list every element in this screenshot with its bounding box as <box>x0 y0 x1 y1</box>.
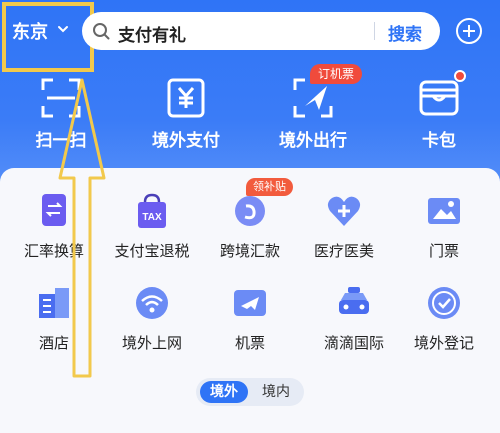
tax-bag-icon: TAX <box>138 193 166 228</box>
search-icon <box>93 23 110 40</box>
remittance-coin-icon <box>235 196 265 226</box>
service-label: 门票 <box>428 242 459 260</box>
service-label: 支付宝退税 <box>114 242 190 260</box>
airplane-icon <box>234 290 266 316</box>
header: 东京 支付有礼 搜索 <box>0 0 500 72</box>
quick-action-label: 卡包 <box>422 131 456 151</box>
region-tab-overseas[interactable]: 境外 <box>200 381 248 403</box>
medical-heart-icon <box>327 196 361 226</box>
ticket-picture-icon <box>428 198 460 224</box>
quick-action-card-bag[interactable]: 卡包 <box>384 70 494 160</box>
annotation-arrow-icon <box>58 78 106 378</box>
subsidy-badge: 领补贴 <box>246 178 293 196</box>
region-toggle: 境外 境内 <box>196 378 304 406</box>
service-tickets[interactable]: 门票 <box>396 192 492 272</box>
book-flight-badge: 订机票 <box>310 64 363 84</box>
region-tab-domestic[interactable]: 境内 <box>252 381 300 403</box>
quick-action-overseas-pay[interactable]: 境外支付 <box>131 70 241 160</box>
service-label: 跨境汇款 <box>219 242 280 260</box>
service-tax-refund[interactable]: TAX 支付宝退税 <box>104 192 200 272</box>
search-divider <box>374 22 375 40</box>
search-button[interactable]: 搜索 <box>388 20 422 45</box>
service-remittance[interactable]: 跨境汇款 <box>202 192 298 272</box>
search-input[interactable]: 支付有礼 <box>118 21 186 46</box>
service-label: 滴滴国际 <box>323 334 384 352</box>
notification-dot <box>454 70 466 82</box>
chevron-down-icon[interactable] <box>56 22 70 36</box>
quick-action-label: 境外支付 <box>152 131 220 151</box>
service-label: 医疗医美 <box>313 242 374 260</box>
service-label: 境外登记 <box>413 334 474 352</box>
yuan-receipt-icon <box>167 78 205 118</box>
city-selector[interactable]: 东京 <box>12 18 48 44</box>
svg-text:TAX: TAX <box>142 212 162 223</box>
wifi-icon <box>136 287 168 319</box>
service-registration[interactable]: 境外登记 <box>396 284 492 364</box>
quick-action-label: 境外出行 <box>279 131 347 151</box>
service-internet[interactable]: 境外上网 <box>104 284 200 364</box>
service-didi[interactable]: 滴滴国际 <box>306 284 402 364</box>
add-icon[interactable] <box>456 18 482 44</box>
service-label: 机票 <box>234 334 265 352</box>
registration-badge-icon <box>428 287 460 319</box>
service-medical[interactable]: 医疗医美 <box>296 192 392 272</box>
search-bar[interactable]: 支付有礼 搜索 <box>82 12 440 50</box>
wallet-icon <box>419 80 459 116</box>
taxi-icon <box>339 287 369 314</box>
service-label: 境外上网 <box>121 334 182 352</box>
service-flights[interactable]: 机票 <box>202 284 298 364</box>
